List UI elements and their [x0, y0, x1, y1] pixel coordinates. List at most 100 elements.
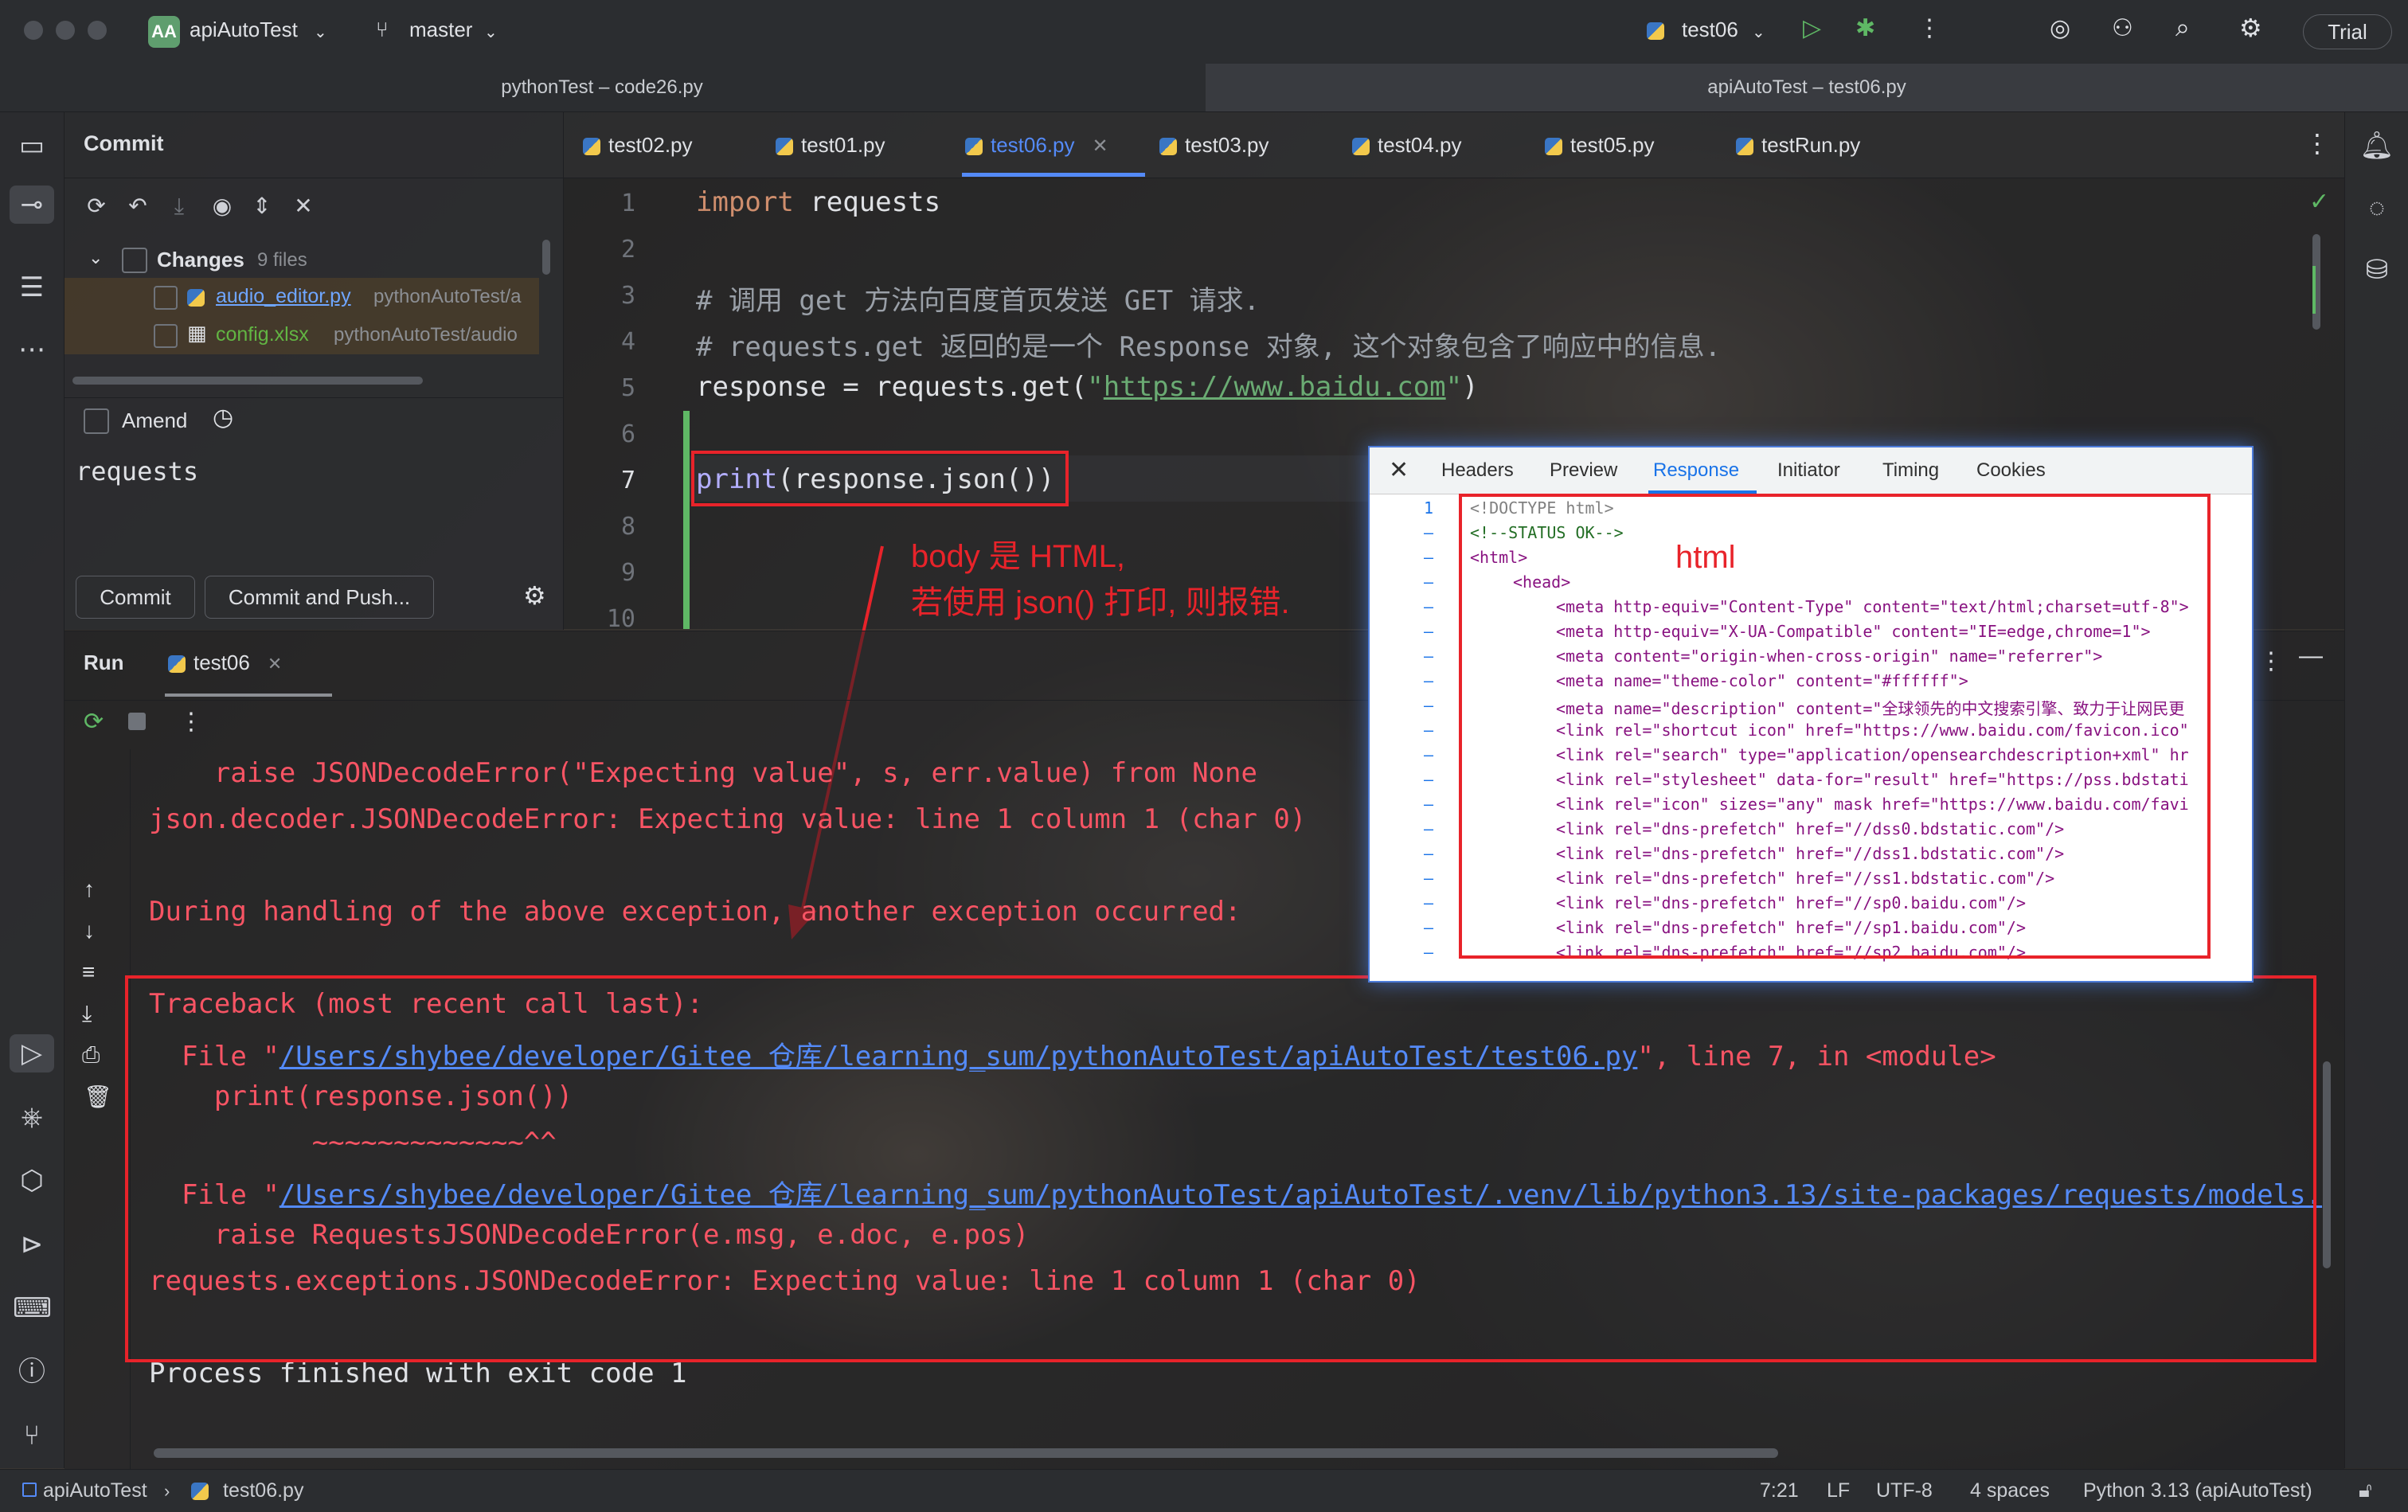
file-row[interactable]: audio_editor.py pythonAutoTest/a [64, 278, 539, 316]
amend-checkbox[interactable] [84, 408, 109, 434]
minimize-window-button[interactable] [56, 21, 75, 40]
line-separator[interactable]: LF [1827, 1479, 1850, 1502]
rerun-icon[interactable]: ⟳ [84, 708, 104, 736]
file-checkbox[interactable] [154, 286, 178, 310]
tab-timing[interactable]: Timing [1882, 447, 1939, 494]
project-selector[interactable]: apiAutoTest [190, 18, 298, 42]
scroll-down-icon[interactable]: ↓ [84, 918, 95, 944]
database-icon[interactable]: ⛁ [2358, 251, 2396, 289]
search-icon[interactable]: ⌕ [2175, 13, 2190, 43]
commit-button[interactable]: Commit [76, 576, 195, 619]
file-encoding[interactable]: UTF-8 [1876, 1479, 1933, 1502]
close-icon[interactable]: ✕ [1093, 135, 1108, 157]
soft-wrap-icon[interactable]: ≡ [82, 959, 95, 985]
python-interpreter[interactable]: Python 3.13 (apiAutoTest) [2083, 1479, 2312, 1502]
clock-icon[interactable]: ◷ [213, 404, 233, 432]
window-title-right[interactable]: apiAutoTest – test06.py [1206, 64, 2408, 111]
zoom-window-button[interactable] [88, 21, 107, 40]
print-icon[interactable]: ⎙ [82, 1042, 100, 1069]
tab-initiator[interactable]: Initiator [1777, 447, 1840, 494]
tab-preview[interactable]: Preview [1550, 447, 1617, 494]
notifications-icon[interactable]: 🔔︎ [2358, 127, 2396, 165]
scroll-up-icon[interactable]: ↑ [84, 877, 95, 902]
commit-and-push-button[interactable]: Commit and Push... [205, 576, 434, 619]
rollback-icon[interactable]: ↶ [119, 187, 157, 225]
breadcrumb-project[interactable]: apiAutoTest [43, 1479, 147, 1502]
ai-assistant-icon[interactable]: ◎ [2050, 14, 2070, 42]
close-icon[interactable]: ✕ [268, 654, 282, 674]
scroll-to-end-icon[interactable]: ⤓ [82, 1001, 92, 1027]
caret-position[interactable]: 7:21 [1760, 1479, 1799, 1502]
tab-options-icon[interactable]: ⋮ [2304, 128, 2330, 158]
file-name[interactable]: config.xlsx [216, 323, 309, 346]
run-tab[interactable]: test06 ✕ [168, 651, 282, 675]
ai-chat-icon[interactable]: ◌ [2358, 189, 2396, 227]
run-config-selector[interactable]: test06 [1682, 18, 1738, 42]
string-quote: " [1445, 371, 1463, 403]
file-checkbox[interactable] [154, 324, 178, 348]
stop-icon[interactable] [128, 713, 146, 730]
response-line-number: – [1423, 572, 1433, 592]
gear-icon[interactable]: ⚙ [523, 580, 546, 611]
debug-icon[interactable]: ✱ [1855, 14, 1875, 42]
commit-message-input[interactable]: requests [76, 456, 198, 486]
tab-test03[interactable]: test03.py [1159, 112, 1269, 178]
breadcrumb-file[interactable]: test06.py [223, 1479, 303, 1502]
tab-test02[interactable]: test02.py [583, 112, 693, 178]
services-icon[interactable]: ⊳ [13, 1225, 51, 1264]
url-link[interactable]: https://www.baidu.com [1104, 371, 1446, 403]
more-tools-icon[interactable]: ⋯ [13, 330, 51, 369]
folder-icon[interactable]: ▭ [13, 127, 51, 165]
lock-icon[interactable]: 🔓︎ [2359, 1478, 2372, 1503]
indent-setting[interactable]: 4 spaces [1970, 1479, 2050, 1502]
structure-icon[interactable]: ☰ [13, 268, 51, 307]
tab-test04[interactable]: test04.py [1352, 112, 1462, 178]
terminal-icon[interactable]: ⌨ [13, 1289, 52, 1327]
changes-checkbox[interactable] [122, 248, 147, 273]
tab-test06[interactable]: test06.py ✕ [965, 112, 1108, 178]
tab-testrun[interactable]: testRun.py [1736, 112, 1860, 178]
tab-test05[interactable]: test05.py [1545, 112, 1655, 178]
eye-icon[interactable]: ◉ [203, 187, 241, 225]
collapse-all-icon[interactable]: ✕ [284, 187, 322, 225]
gear-icon[interactable]: ⚙ [2239, 13, 2262, 43]
console-vertical-scrollbar[interactable] [2323, 1061, 2331, 1268]
tab-test01[interactable]: test01.py [776, 112, 885, 178]
file-name[interactable]: audio_editor.py [216, 285, 351, 308]
shelve-icon[interactable]: ⤓ [160, 187, 198, 225]
tab-response[interactable]: Response [1653, 447, 1739, 494]
python-console-icon[interactable]: ⎈ [13, 1098, 51, 1136]
editor-tab-bar: test02.py test01.py test06.py ✕ test03.py… [564, 112, 2344, 178]
more-options-icon[interactable]: ⋮ [2259, 647, 2283, 675]
window-title-left[interactable]: pythonTest – code26.py [0, 64, 1204, 111]
trial-button[interactable]: Trial [2303, 14, 2392, 49]
tab-headers[interactable]: Headers [1441, 447, 1514, 494]
close-icon[interactable]: ✕ [1389, 447, 1409, 494]
vertical-scrollbar[interactable] [542, 240, 550, 275]
expand-all-icon[interactable]: ⇕ [243, 187, 281, 225]
refresh-icon[interactable]: ⟳ [77, 187, 115, 225]
chevron-down-icon[interactable]: ⌄ [88, 248, 103, 268]
amend-label[interactable]: Amend [122, 408, 187, 433]
more-actions-icon[interactable]: ⋮ [1917, 14, 1941, 42]
trash-icon[interactable]: 🗑︎ [84, 1084, 112, 1110]
git-icon[interactable]: ⑂ [13, 1416, 51, 1455]
python-packages-icon[interactable]: ⬡ [13, 1162, 51, 1200]
problems-icon[interactable]: ⓘ [13, 1353, 51, 1391]
commit-icon[interactable]: ⊸ [10, 186, 54, 224]
minimize-panel-icon[interactable]: — [2299, 643, 2323, 670]
tab-cookies[interactable]: Cookies [1976, 447, 2046, 494]
run-icon[interactable]: ▷ [1803, 14, 1821, 42]
code-line-5: response = requests.get("https://www.bai… [696, 371, 1479, 403]
run-tool-icon[interactable]: ▷ [10, 1034, 54, 1072]
branch-selector[interactable]: master [409, 18, 472, 42]
horizontal-scrollbar[interactable] [72, 377, 423, 385]
python-file-icon [1352, 138, 1370, 156]
console-horizontal-scrollbar[interactable] [154, 1448, 1778, 1458]
more-actions-icon[interactable]: ⋮ [179, 708, 203, 736]
changes-label[interactable]: Changes [157, 248, 244, 272]
close-window-button[interactable] [24, 21, 43, 40]
add-user-icon[interactable]: ⚇ [2112, 14, 2133, 42]
right-tool-strip: 🔔︎ ◌ ⛁ [2344, 112, 2408, 1468]
file-row[interactable]: ▦ config.xlsx pythonAutoTest/audio [64, 316, 539, 354]
